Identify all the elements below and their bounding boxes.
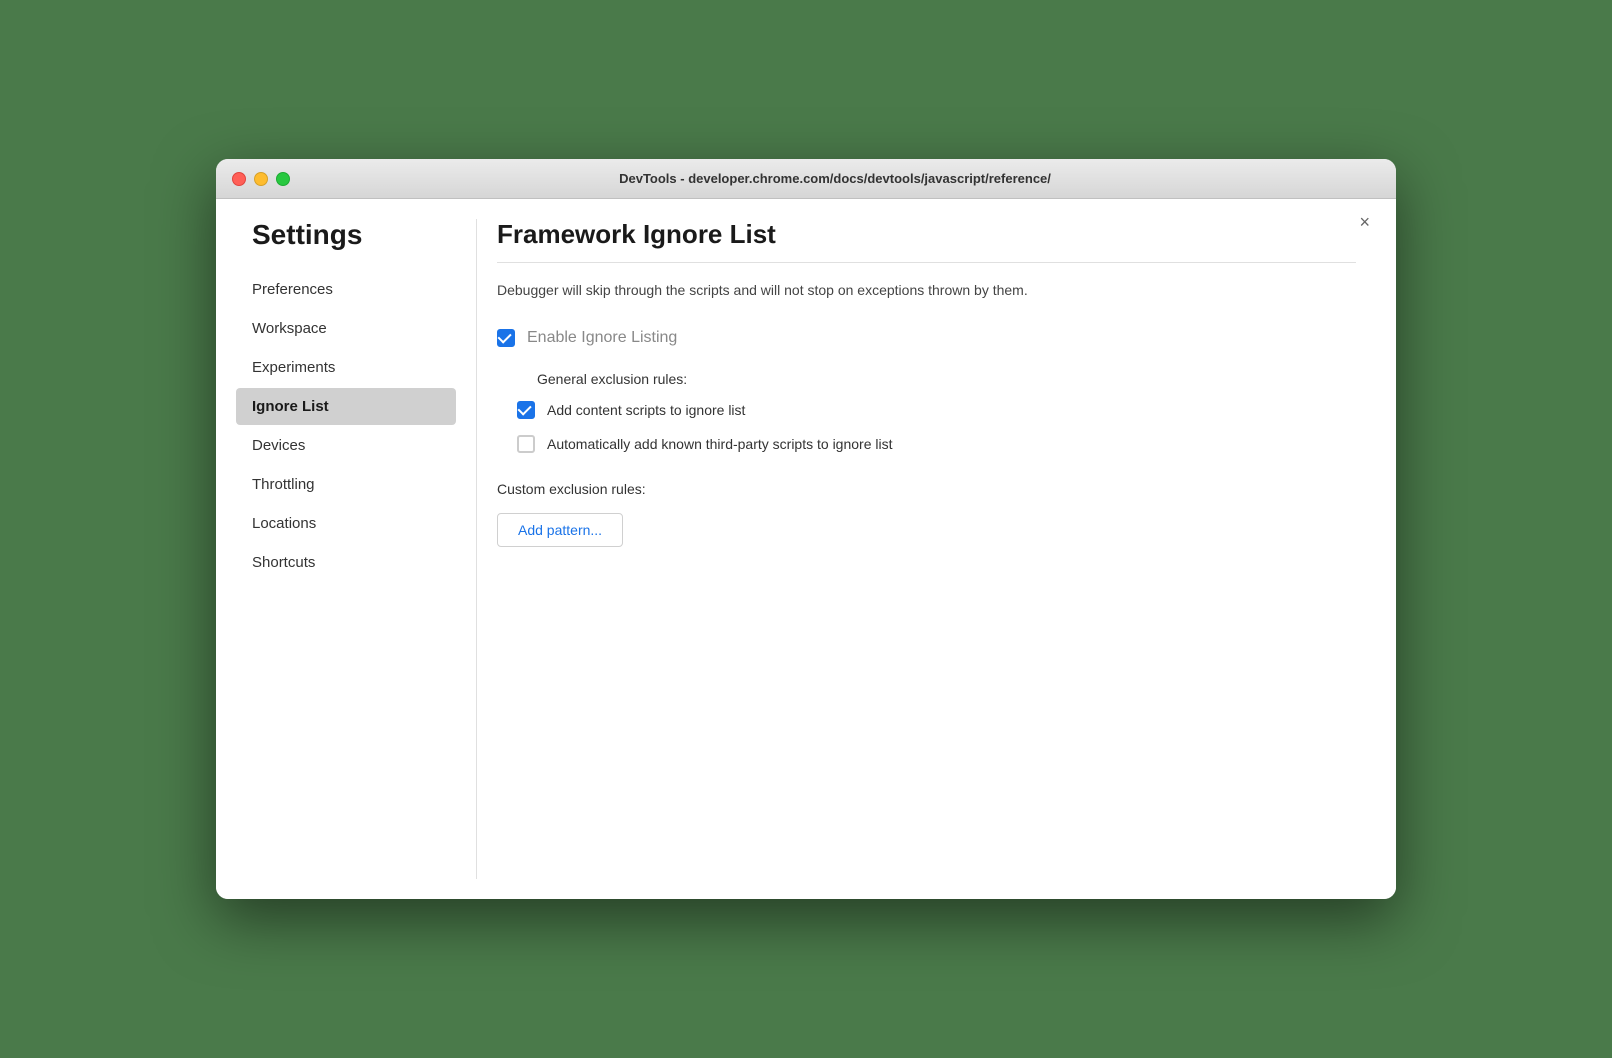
enable-ignore-listing-label: Enable Ignore Listing	[527, 329, 677, 347]
exclusion-rules-section: General exclusion rules: Add content scr…	[517, 371, 1356, 453]
custom-exclusion-label: Custom exclusion rules:	[497, 481, 1356, 497]
add-pattern-button[interactable]: Add pattern...	[497, 513, 623, 547]
rule-auto-third-party[interactable]: Automatically add known third-party scri…	[517, 435, 1356, 453]
main-content: Framework Ignore List Debugger will skip…	[476, 219, 1396, 879]
sidebar-item-shortcuts[interactable]: Shortcuts	[236, 544, 456, 581]
close-button[interactable]	[232, 172, 246, 186]
rule-2-label: Automatically add known third-party scri…	[547, 436, 892, 452]
enable-ignore-listing-row[interactable]: Enable Ignore Listing	[497, 329, 1356, 347]
page-title: Framework Ignore List	[497, 219, 1356, 263]
url-bar: DevTools - developer.chrome.com/docs/dev…	[290, 171, 1380, 186]
sidebar-item-experiments[interactable]: Experiments	[236, 349, 456, 386]
settings-heading: Settings	[236, 219, 456, 251]
sidebar-item-throttling[interactable]: Throttling	[236, 466, 456, 503]
custom-exclusion-section: Custom exclusion rules: Add pattern...	[497, 481, 1356, 547]
sidebar-item-locations[interactable]: Locations	[236, 505, 456, 542]
sidebar: Settings Preferences Workspace Experimen…	[216, 219, 476, 879]
browser-window: DevTools - developer.chrome.com/docs/dev…	[216, 159, 1396, 899]
rule-1-label: Add content scripts to ignore list	[547, 402, 745, 418]
general-exclusion-label: General exclusion rules:	[537, 371, 1356, 387]
maximize-button[interactable]	[276, 172, 290, 186]
rule-add-content-scripts[interactable]: Add content scripts to ignore list	[517, 401, 1356, 419]
window-content: × Settings Preferences Workspace Experim…	[216, 199, 1396, 899]
sidebar-item-workspace[interactable]: Workspace	[236, 310, 456, 347]
dialog-close-button[interactable]: ×	[1353, 209, 1376, 235]
rule-2-checkbox[interactable]	[517, 435, 535, 453]
page-description: Debugger will skip through the scripts a…	[497, 279, 1356, 301]
traffic-lights	[232, 172, 290, 186]
rule-1-checkbox[interactable]	[517, 401, 535, 419]
sidebar-item-ignore-list[interactable]: Ignore List	[236, 388, 456, 425]
sidebar-nav: Preferences Workspace Experiments Ignore…	[236, 271, 456, 581]
sidebar-item-devices[interactable]: Devices	[236, 427, 456, 464]
settings-dialog: × Settings Preferences Workspace Experim…	[216, 199, 1396, 899]
minimize-button[interactable]	[254, 172, 268, 186]
title-bar: DevTools - developer.chrome.com/docs/dev…	[216, 159, 1396, 199]
sidebar-item-preferences[interactable]: Preferences	[236, 271, 456, 308]
enable-ignore-listing-checkbox[interactable]	[497, 329, 515, 347]
